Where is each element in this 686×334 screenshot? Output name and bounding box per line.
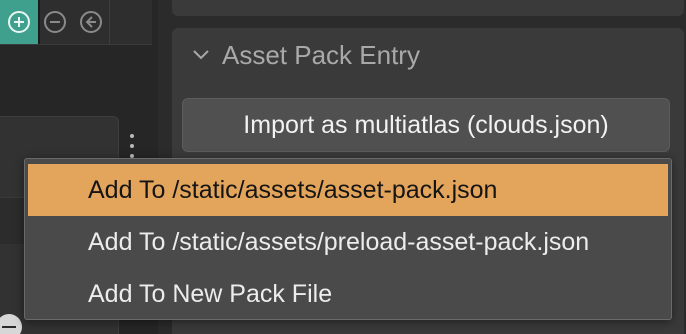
menu-item-add-to-new-pack-file[interactable]: Add To New Pack File: [28, 268, 668, 320]
section-title: Asset Pack Entry: [222, 39, 420, 70]
zoom-in-icon: [8, 11, 30, 33]
chevron-down-icon: [190, 44, 212, 66]
menu-item-add-to-preload-asset-pack[interactable]: Add To /static/assets/preload-asset-pack…: [28, 216, 668, 268]
zoom-out-icon: [44, 11, 66, 33]
context-menu: Add To /static/assets/asset-pack.json Ad…: [24, 158, 672, 320]
zoom-in-button[interactable]: [0, 0, 40, 44]
inspector-previous-section: [172, 0, 684, 16]
more-options-icon[interactable]: [124, 134, 140, 158]
menu-item-add-to-asset-pack[interactable]: Add To /static/assets/asset-pack.json: [28, 164, 668, 216]
zoom-reset-icon: [79, 11, 102, 33]
import-multiatlas-button[interactable]: Import as multiatlas (clouds.json): [182, 98, 670, 152]
section-header[interactable]: Asset Pack Entry: [190, 38, 420, 72]
zoom-out-button[interactable]: [40, 0, 70, 44]
zoom-toolbar: [0, 0, 152, 45]
zoom-reset-button[interactable]: [72, 0, 110, 44]
editor-window: Asset Pack Entry Import as multiatlas (c…: [0, 0, 686, 334]
